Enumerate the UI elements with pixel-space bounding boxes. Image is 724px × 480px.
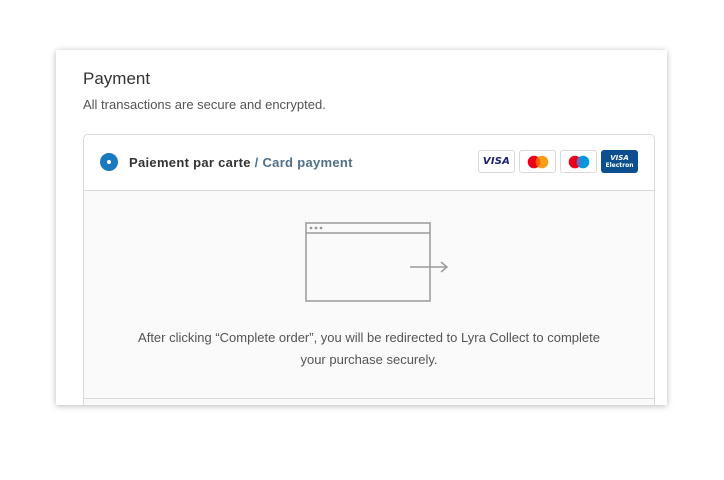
accepted-cards: VISA VISA Electron <box>478 150 638 173</box>
visa-logo-text: VISA <box>482 156 511 167</box>
section-subtitle: All transactions are secure and encrypte… <box>83 97 326 112</box>
visa-electron-icon: VISA Electron <box>601 150 638 173</box>
section-title: Payment <box>83 69 151 88</box>
maestro-logo <box>568 155 589 168</box>
browser-redirect-icon <box>305 222 449 302</box>
divider <box>84 398 654 399</box>
visa-electron-top-text: VISA <box>610 153 629 162</box>
radio-selected-dot <box>107 160 111 164</box>
payment-option-separator: / <box>250 155 263 170</box>
payment-option-label: Paiement par carte / Card payment <box>129 155 353 170</box>
payment-option-label-fr: Paiement par carte <box>129 155 251 170</box>
maestro-icon <box>560 150 597 173</box>
checkout-payment-section: Payment All transactions are secure and … <box>56 50 667 405</box>
visa-icon: VISA <box>478 150 515 173</box>
payment-methods-box: Paiement par carte / Card payment VISA V… <box>83 134 655 405</box>
mastercard-icon <box>519 150 556 173</box>
mastercard-logo <box>527 155 548 168</box>
payment-option-radio[interactable] <box>100 153 118 171</box>
payment-option-card[interactable]: Paiement par carte / Card payment VISA V… <box>84 135 654 191</box>
visa-electron-bottom-text: Electron <box>605 161 634 169</box>
payment-option-details: After clicking “Complete order”, you wil… <box>84 191 654 405</box>
payment-option-label-en: Card payment <box>262 155 353 170</box>
redirect-message: After clicking “Complete order”, you wil… <box>138 330 600 367</box>
